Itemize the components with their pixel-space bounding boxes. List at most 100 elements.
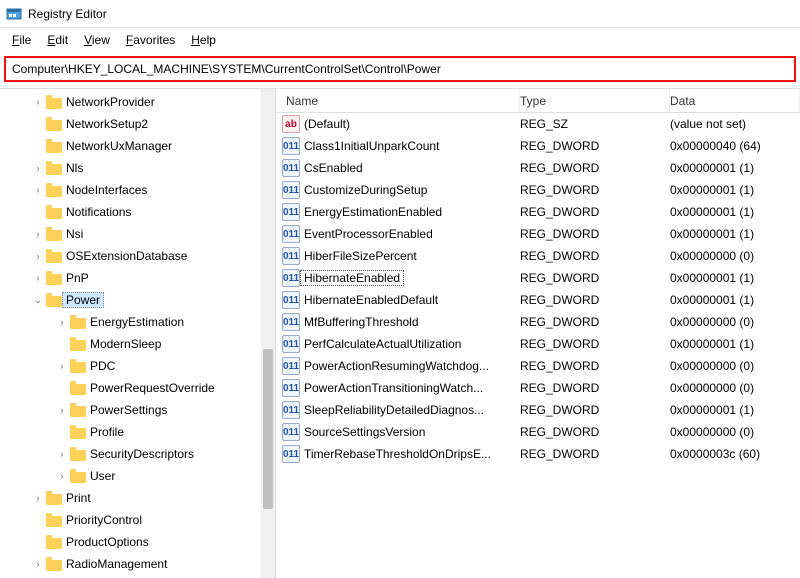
- tree-item-notifications[interactable]: Notifications: [0, 201, 275, 223]
- tree-item-label: Nls: [66, 161, 83, 175]
- value-row[interactable]: 011MfBufferingThresholdREG_DWORD0x000000…: [276, 311, 800, 333]
- value-row[interactable]: 011CsEnabledREG_DWORD0x00000001 (1): [276, 157, 800, 179]
- tree-item-nsi[interactable]: ›Nsi: [0, 223, 275, 245]
- value-data: 0x00000001 (1): [670, 161, 800, 175]
- tree-item-label: NodeInterfaces: [66, 183, 147, 197]
- tree-panel[interactable]: ›NetworkProviderNetworkSetup2NetworkUxMa…: [0, 89, 276, 578]
- tree-item-energyestimation[interactable]: ›EnergyEstimation: [0, 311, 275, 333]
- value-name-cell[interactable]: 011CsEnabled: [276, 159, 520, 177]
- value-name-cell[interactable]: 011HibernateEnabledDefault: [276, 291, 520, 309]
- value-name-cell[interactable]: 011MfBufferingThreshold: [276, 313, 520, 331]
- folder-icon: [70, 447, 86, 461]
- value-name: EnergyEstimationEnabled: [304, 205, 442, 219]
- value-row[interactable]: 011PowerActionTransitioningWatch...REG_D…: [276, 377, 800, 399]
- value-name-cell[interactable]: 011Class1InitialUnparkCount: [276, 137, 520, 155]
- expander-icon[interactable]: ›: [56, 361, 68, 371]
- value-name-cell[interactable]: 011PowerActionTransitioningWatch...: [276, 379, 520, 397]
- value-name-cell[interactable]: 011TimerRebaseThresholdOnDripsE...: [276, 445, 520, 463]
- value-type: REG_DWORD: [520, 205, 670, 219]
- value-row[interactable]: 011SleepReliabilityDetailedDiagnos...REG…: [276, 399, 800, 421]
- column-type[interactable]: Type: [520, 89, 670, 112]
- value-name: PowerActionTransitioningWatch...: [304, 381, 483, 395]
- expander-icon[interactable]: ›: [32, 493, 44, 503]
- tree-item-productoptions[interactable]: ProductOptions: [0, 531, 275, 553]
- folder-icon: [46, 535, 62, 549]
- value-name-cell[interactable]: 011PerfCalculateActualUtilization: [276, 335, 520, 353]
- value-name-cell[interactable]: 011SleepReliabilityDetailedDiagnos...: [276, 401, 520, 419]
- value-type: REG_DWORD: [520, 183, 670, 197]
- expander-icon[interactable]: ›: [32, 229, 44, 239]
- tree-item-pnp[interactable]: ›PnP: [0, 267, 275, 289]
- value-row[interactable]: 011TimerRebaseThresholdOnDripsE...REG_DW…: [276, 443, 800, 465]
- value-name-cell[interactable]: 011HiberFileSizePercent: [276, 247, 520, 265]
- menu-help[interactable]: Help: [183, 31, 224, 49]
- value-name: SleepReliabilityDetailedDiagnos...: [304, 403, 484, 417]
- folder-icon: [46, 227, 62, 241]
- value-name-cell[interactable]: 011EventProcessorEnabled: [276, 225, 520, 243]
- expander-icon[interactable]: ›: [32, 273, 44, 283]
- value-row[interactable]: 011SourceSettingsVersionREG_DWORD0x00000…: [276, 421, 800, 443]
- tree-scrollbar-thumb[interactable]: [263, 349, 273, 509]
- value-row[interactable]: 011HibernateEnabledDefaultREG_DWORD0x000…: [276, 289, 800, 311]
- value-row[interactable]: 011HiberFileSizePercentREG_DWORD0x000000…: [276, 245, 800, 267]
- expander-icon[interactable]: ›: [32, 559, 44, 569]
- tree-item-prioritycontrol[interactable]: PriorityControl: [0, 509, 275, 531]
- value-row[interactable]: 011PowerActionResumingWatchdog...REG_DWO…: [276, 355, 800, 377]
- value-name-cell[interactable]: ab(Default): [276, 115, 520, 133]
- dword-value-icon: 011: [282, 357, 300, 375]
- value-row[interactable]: 011PerfCalculateActualUtilizationREG_DWO…: [276, 333, 800, 355]
- menubar: File Edit View Favorites Help: [0, 28, 800, 52]
- value-row[interactable]: 011CustomizeDuringSetupREG_DWORD0x000000…: [276, 179, 800, 201]
- expander-icon[interactable]: ⌄: [32, 295, 44, 306]
- folder-icon: [70, 337, 86, 351]
- folder-icon: [46, 293, 62, 307]
- tree-item-networkprovider[interactable]: ›NetworkProvider: [0, 91, 275, 113]
- expander-icon[interactable]: ›: [56, 449, 68, 459]
- value-data: 0x00000040 (64): [670, 139, 800, 153]
- tree-item-networksetup2[interactable]: NetworkSetup2: [0, 113, 275, 135]
- menu-view[interactable]: View: [76, 31, 118, 49]
- tree-item-securitydescriptors[interactable]: › SecurityDescriptors: [0, 443, 275, 465]
- tree-item-power[interactable]: ⌄Power: [0, 289, 275, 311]
- menu-favorites[interactable]: Favorites: [118, 31, 183, 49]
- value-row[interactable]: 011HibernateEnabledREG_DWORD0x00000001 (…: [276, 267, 800, 289]
- expander-icon[interactable]: ›: [32, 185, 44, 195]
- value-name-cell[interactable]: 011PowerActionResumingWatchdog...: [276, 357, 520, 375]
- column-data[interactable]: Data: [670, 89, 800, 112]
- expander-icon[interactable]: ›: [32, 163, 44, 173]
- tree-item-modernsleep[interactable]: ModernSleep: [0, 333, 275, 355]
- value-name-cell[interactable]: 011CustomizeDuringSetup: [276, 181, 520, 199]
- tree-item-networkuxmanager[interactable]: NetworkUxManager: [0, 135, 275, 157]
- tree-item-pdc[interactable]: ›PDC: [0, 355, 275, 377]
- value-type: REG_SZ: [520, 117, 670, 131]
- expander-icon[interactable]: ›: [56, 405, 68, 415]
- value-name-cell[interactable]: 011HibernateEnabled: [276, 269, 520, 287]
- address-bar[interactable]: Computer\HKEY_LOCAL_MACHINE\SYSTEM\Curre…: [4, 56, 796, 82]
- tree-item-radiomanagement[interactable]: ›RadioManagement: [0, 553, 275, 575]
- tree-item-nodeinterfaces[interactable]: › NodeInterfaces: [0, 179, 275, 201]
- list-header[interactable]: Name Type Data: [276, 89, 800, 113]
- value-row[interactable]: 011Class1InitialUnparkCountREG_DWORD0x00…: [276, 135, 800, 157]
- tree-item-powersettings[interactable]: ›PowerSettings: [0, 399, 275, 421]
- expander-icon[interactable]: ›: [32, 251, 44, 261]
- menu-edit[interactable]: Edit: [39, 31, 76, 49]
- value-name-cell[interactable]: 011EnergyEstimationEnabled: [276, 203, 520, 221]
- value-name-cell[interactable]: 011SourceSettingsVersion: [276, 423, 520, 441]
- expander-icon[interactable]: ›: [56, 317, 68, 327]
- value-row[interactable]: 011EnergyEstimationEnabledREG_DWORD0x000…: [276, 201, 800, 223]
- tree-item-osextensiondatabase[interactable]: ›OSExtensionDatabase: [0, 245, 275, 267]
- value-data: 0x00000000 (0): [670, 381, 800, 395]
- tree-item-profile[interactable]: Profile: [0, 421, 275, 443]
- tree-item-label: SecurityDescriptors: [90, 447, 194, 461]
- column-name[interactable]: Name: [276, 89, 520, 112]
- tree-scrollbar[interactable]: [261, 89, 275, 578]
- tree-item-powerrequestoverride[interactable]: PowerRequestOverride: [0, 377, 275, 399]
- tree-item-user[interactable]: ›User: [0, 465, 275, 487]
- expander-icon[interactable]: ›: [32, 97, 44, 107]
- expander-icon[interactable]: ›: [56, 471, 68, 481]
- value-row[interactable]: ab(Default)REG_SZ(value not set): [276, 113, 800, 135]
- tree-item-nls[interactable]: › Nls: [0, 157, 275, 179]
- value-row[interactable]: 011EventProcessorEnabledREG_DWORD0x00000…: [276, 223, 800, 245]
- tree-item-print[interactable]: ›Print: [0, 487, 275, 509]
- menu-file[interactable]: File: [4, 31, 39, 49]
